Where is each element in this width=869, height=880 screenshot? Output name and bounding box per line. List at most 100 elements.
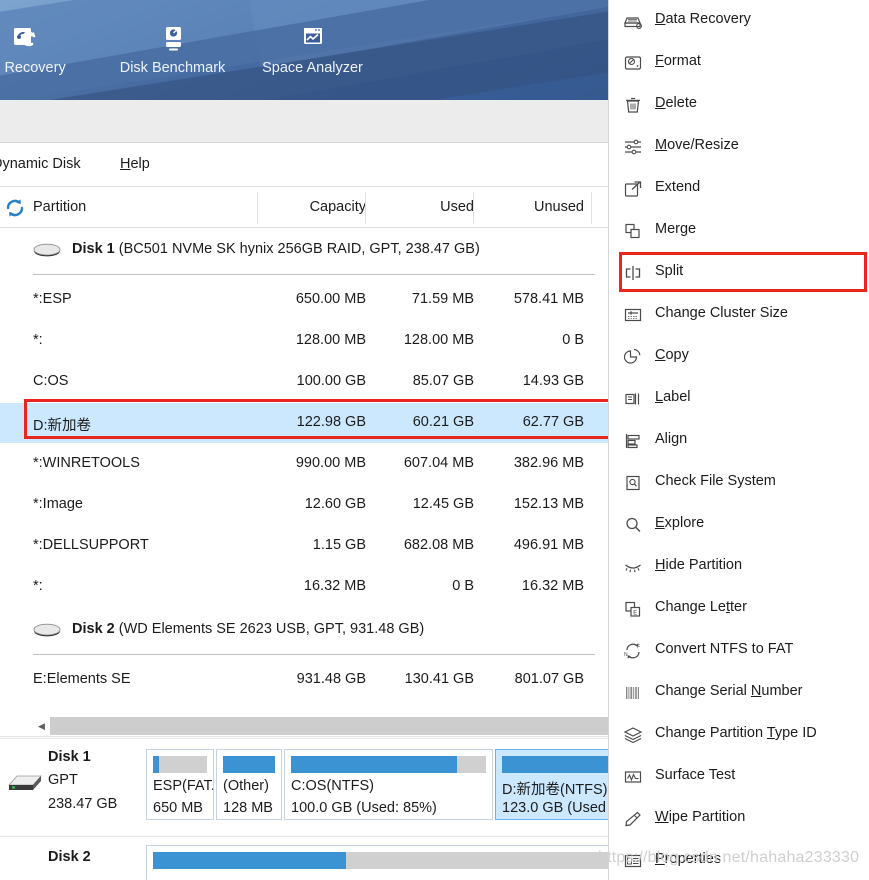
cell-unused: 16.32 MB: [521, 578, 584, 594]
partition-size: 650 MB: [153, 800, 203, 816]
cell-used: 128.00 MB: [403, 332, 474, 348]
cell-unused: 14.93 GB: [522, 373, 584, 389]
table-row[interactable]: *: 128.00 MB 128.00 MB 0 B: [0, 321, 612, 361]
menu-item-wipe-partition[interactable]: Wipe Partition: [609, 798, 869, 840]
space-analyzer-icon: [299, 24, 327, 52]
table-row[interactable]: E:Elements SE 931.48 GB 130.41 GB 801.07…: [0, 660, 612, 700]
menu-dynamic-disk[interactable]: Dynamic Disk: [0, 156, 81, 172]
menu-item-explore[interactable]: Explore: [609, 504, 869, 546]
menu-item-split[interactable]: Split: [609, 252, 869, 294]
disk-map-partition-e-elements[interactable]: [146, 845, 612, 880]
menu-item-change-serial-number[interactable]: Change Serial Number: [609, 672, 869, 714]
usage-bar: [291, 756, 486, 773]
disk-group-header[interactable]: Disk 1 (BC501 NVMe SK hynix 256GB RAID, …: [0, 228, 612, 274]
scroll-left-arrow-icon[interactable]: ◀: [33, 717, 50, 735]
cell-capacity: 1.15 GB: [312, 537, 366, 553]
menu-item-label: Change Letter: [655, 599, 747, 615]
menu-item-label: Delete: [655, 95, 697, 111]
column-header-used[interactable]: Used: [366, 187, 474, 228]
menu-item-extend[interactable]: Extend: [609, 168, 869, 210]
menu-item-align[interactable]: Align: [609, 420, 869, 462]
menu-item-move-resize[interactable]: Move/Resize: [609, 126, 869, 168]
column-divider[interactable]: [591, 192, 592, 224]
disk-detail: (BC501 NVMe SK hynix 256GB RAID, GPT, 23…: [118, 241, 480, 257]
menu-item-label[interactable]: Label: [609, 378, 869, 420]
menu-item-label: Surface Test: [655, 767, 736, 783]
refresh-icon[interactable]: [4, 197, 26, 219]
column-header-partition[interactable]: Partition: [33, 187, 86, 228]
table-row[interactable]: C:OS 100.00 GB 85.07 GB 14.93 GB: [0, 362, 612, 402]
table-row[interactable]: *:Image 12.60 GB 12.45 GB 152.13 MB: [0, 485, 612, 525]
menu-item-label: Copy: [655, 347, 689, 363]
menu-item-properties[interactable]: Properties: [609, 840, 869, 880]
menu-item-delete[interactable]: Delete: [609, 84, 869, 126]
cell-capacity: 122.98 GB: [296, 414, 366, 430]
cell-partition: D:新加卷: [33, 418, 91, 434]
usage-bar: [153, 852, 612, 869]
column-header-capacity[interactable]: Capacity: [258, 187, 366, 228]
menu-item-label: Split: [655, 263, 684, 279]
disk-map-partition-d-selected[interactable]: D:新加卷(NTFS) 123.0 GB (Used: [495, 749, 612, 820]
partition-size: 100.0 GB (Used: 85%): [291, 800, 437, 816]
scrollbar-bottom-divider: [0, 736, 612, 737]
menu-item-merge[interactable]: Merge: [609, 210, 869, 252]
disk-group-header[interactable]: Disk 2 (WD Elements SE 2623 USB, GPT, 93…: [0, 608, 612, 654]
cell-partition: C:OS: [33, 373, 69, 389]
extend-icon: [623, 179, 643, 199]
disk-map-disk-1[interactable]: Disk 1 GPT 238.47 GB ESP(FAT. 650 MB (Ot…: [0, 738, 612, 830]
cell-unused: 578.41 MB: [513, 291, 584, 307]
menu-item-label: Change Cluster Size: [655, 305, 788, 321]
toolbar-button-label: Space Analyzer: [262, 60, 363, 76]
table-row[interactable]: *:DELLSUPPORT 1.15 GB 682.08 MB 496.91 M…: [0, 526, 612, 566]
menu-item-surface-test[interactable]: Surface Test: [609, 756, 869, 798]
change-letter-icon: E: [623, 599, 643, 619]
disk-map-partition-c-os[interactable]: C:OS(NTFS) 100.0 GB (Used: 85%): [284, 749, 493, 820]
cell-capacity: 128.00 MB: [295, 332, 366, 348]
disk-map-partition-esp[interactable]: ESP(FAT. 650 MB: [146, 749, 214, 820]
horizontal-scrollbar[interactable]: ◀: [0, 715, 612, 737]
table-row[interactable]: *:ESP 650.00 MB 71.59 MB 578.41 MB: [0, 280, 612, 320]
menu-item-copy[interactable]: Copy: [609, 336, 869, 378]
cell-partition: *:Image: [33, 496, 83, 512]
cell-capacity: 100.00 GB: [296, 373, 366, 389]
disk-name: Disk 2: [72, 621, 115, 637]
data-recovery-icon: [623, 11, 643, 31]
toolbar-button-disk-benchmark[interactable]: Disk Benchmark: [105, 24, 240, 76]
table-row[interactable]: *:WINRETOOLS 990.00 MB 607.04 MB 382.96 …: [0, 444, 612, 484]
menu-item-label: Convert NTFS to FAT: [655, 641, 794, 657]
menu-item-check-file-system[interactable]: Check File System: [609, 462, 869, 504]
menu-item-hide-partition[interactable]: Hide Partition: [609, 546, 869, 588]
disk-map-partition-other[interactable]: (Other) 128 MB: [216, 749, 282, 820]
menu-item-convert-ntfs-to-fat[interactable]: N F Convert NTFS to FAT: [609, 630, 869, 672]
cell-capacity: 650.00 MB: [295, 291, 366, 307]
serial-number-icon: [623, 683, 643, 703]
cell-capacity: 16.32 MB: [303, 578, 366, 594]
svg-text:E: E: [633, 610, 637, 616]
group-separator: [33, 274, 595, 275]
scrollbar-track[interactable]: [33, 717, 612, 735]
menu-item-label: Hide Partition: [655, 557, 743, 573]
menu-item-change-letter[interactable]: E Change Letter: [609, 588, 869, 630]
align-icon: [623, 431, 643, 451]
check-filesystem-icon: [623, 473, 643, 493]
sliders-icon: [623, 137, 643, 157]
partition-type-icon: [623, 725, 643, 745]
toolbar-button-space-analyzer[interactable]: Space Analyzer: [245, 24, 380, 76]
disk-map-title: Disk 2: [48, 849, 91, 865]
table-row[interactable]: *: 16.32 MB 0 B 16.32 MB: [0, 567, 612, 607]
menu-item-change-partition-type-id[interactable]: Change Partition Type ID: [609, 714, 869, 756]
trash-icon: [623, 95, 643, 115]
cell-used: 0 B: [452, 578, 474, 594]
menu-help[interactable]: Help: [120, 156, 150, 172]
disk-map-disk-2[interactable]: Disk 2: [0, 836, 612, 880]
menu-item-data-recovery[interactable]: Data Recovery: [609, 0, 869, 42]
column-header-unused[interactable]: Unused: [474, 187, 584, 228]
table-row-selected[interactable]: D:新加卷 122.98 GB 60.21 GB 62.77 GB: [0, 403, 612, 443]
cell-partition: *:DELLSUPPORT: [33, 537, 149, 553]
app-banner: on Recovery Disk Benchmark: [0, 0, 612, 100]
menu-item-format[interactable]: Format: [609, 42, 869, 84]
disk-name: Disk 1: [72, 241, 115, 257]
disk-group-label: Disk 2 (WD Elements SE 2623 USB, GPT, 93…: [72, 621, 424, 637]
toolbar-button-partition-recovery[interactable]: on Recovery: [0, 24, 90, 76]
menu-item-change-cluster-size[interactable]: Change Cluster Size: [609, 294, 869, 336]
